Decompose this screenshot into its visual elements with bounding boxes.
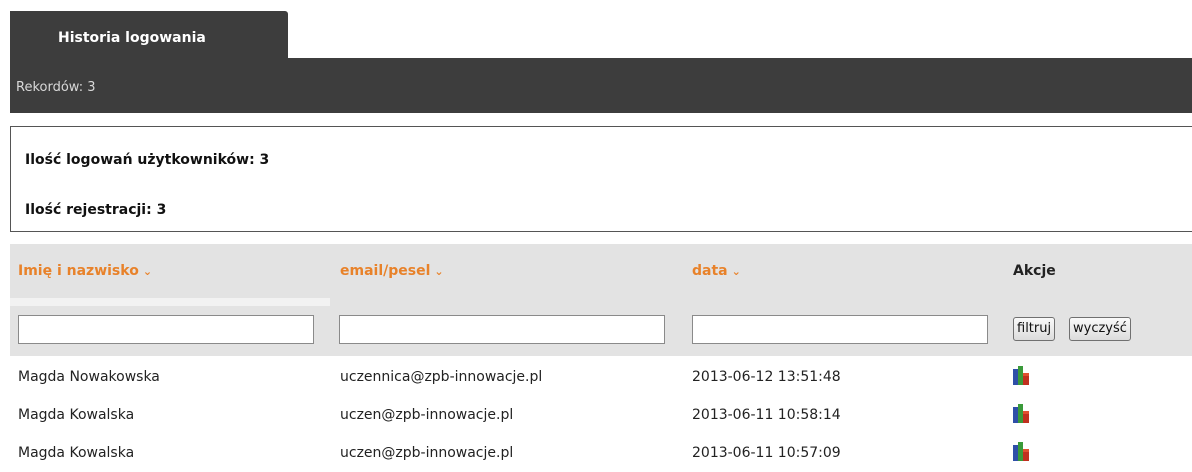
records-bar: Rekordów: 3 — [10, 58, 1192, 113]
logins-count: Ilość logowań użytkowników: 3 — [25, 152, 270, 168]
records-count: Rekordów: 3 — [16, 80, 96, 95]
table-header: Imię i nazwisko ⌄ email/pesel ⌄ data ⌄ Akcj… — [10, 244, 1192, 298]
stats-box: Ilość logowań użytkowników: 3 Ilość reje… — [10, 126, 1192, 232]
chevron-down-icon: ⌄ — [434, 265, 444, 278]
clear-button[interactable]: wyczyść — [1069, 317, 1131, 341]
column-header-label: data — [692, 263, 728, 279]
column-header-label: Akcje — [1013, 263, 1056, 279]
chevron-down-icon: ⌄ — [142, 265, 153, 278]
filter-button[interactable]: filtruj — [1013, 317, 1056, 341]
cell-email: uczen@zpb-innowacje.pl — [340, 407, 514, 423]
header-divider — [10, 298, 330, 306]
cell-date: 2013-06-11 10:58:14 — [692, 407, 841, 423]
date-filter-input[interactable] — [692, 315, 988, 344]
column-header-actions: Akcje — [1013, 263, 1056, 279]
table-row: Magda Kowalska uczen@zpb-innowacje.pl 20… — [10, 434, 1192, 472]
name-filter-input[interactable] — [18, 315, 314, 344]
column-header-date[interactable]: data ⌄ — [692, 263, 741, 279]
table-row: Magda Nowakowska uczennica@zpb-innowacje… — [10, 358, 1192, 396]
column-header-label: email/pesel — [340, 263, 431, 279]
cell-email: uczen@zpb-innowacje.pl — [340, 445, 514, 461]
tab-historia-logowania[interactable]: Historia logowania — [10, 11, 288, 58]
bar-chart-icon[interactable] — [1013, 404, 1031, 423]
table-row: Magda Kowalska uczen@zpb-innowacje.pl 20… — [10, 396, 1192, 434]
registrations-count: Ilość rejestracji: 3 — [25, 202, 167, 218]
filter-row: filtruj wyczyść — [10, 298, 1192, 356]
email-filter-input[interactable] — [339, 315, 665, 344]
cell-name: Magda Kowalska — [18, 445, 135, 461]
cell-name: Magda Nowakowska — [18, 369, 160, 385]
column-header-email[interactable]: email/pesel ⌄ — [340, 263, 444, 279]
cell-date: 2013-06-12 13:51:48 — [692, 369, 841, 385]
column-header-name[interactable]: Imię i nazwisko ⌄ — [18, 263, 152, 279]
column-header-label: Imię i nazwisko — [18, 263, 139, 279]
cell-date: 2013-06-11 10:57:09 — [692, 445, 841, 461]
bar-chart-icon[interactable] — [1013, 442, 1031, 461]
bar-chart-icon[interactable] — [1013, 366, 1031, 385]
chevron-down-icon: ⌄ — [731, 265, 741, 278]
tab-label: Historia logowania — [58, 30, 206, 46]
cell-name: Magda Kowalska — [18, 407, 135, 423]
cell-email: uczennica@zpb-innowacje.pl — [340, 369, 543, 385]
